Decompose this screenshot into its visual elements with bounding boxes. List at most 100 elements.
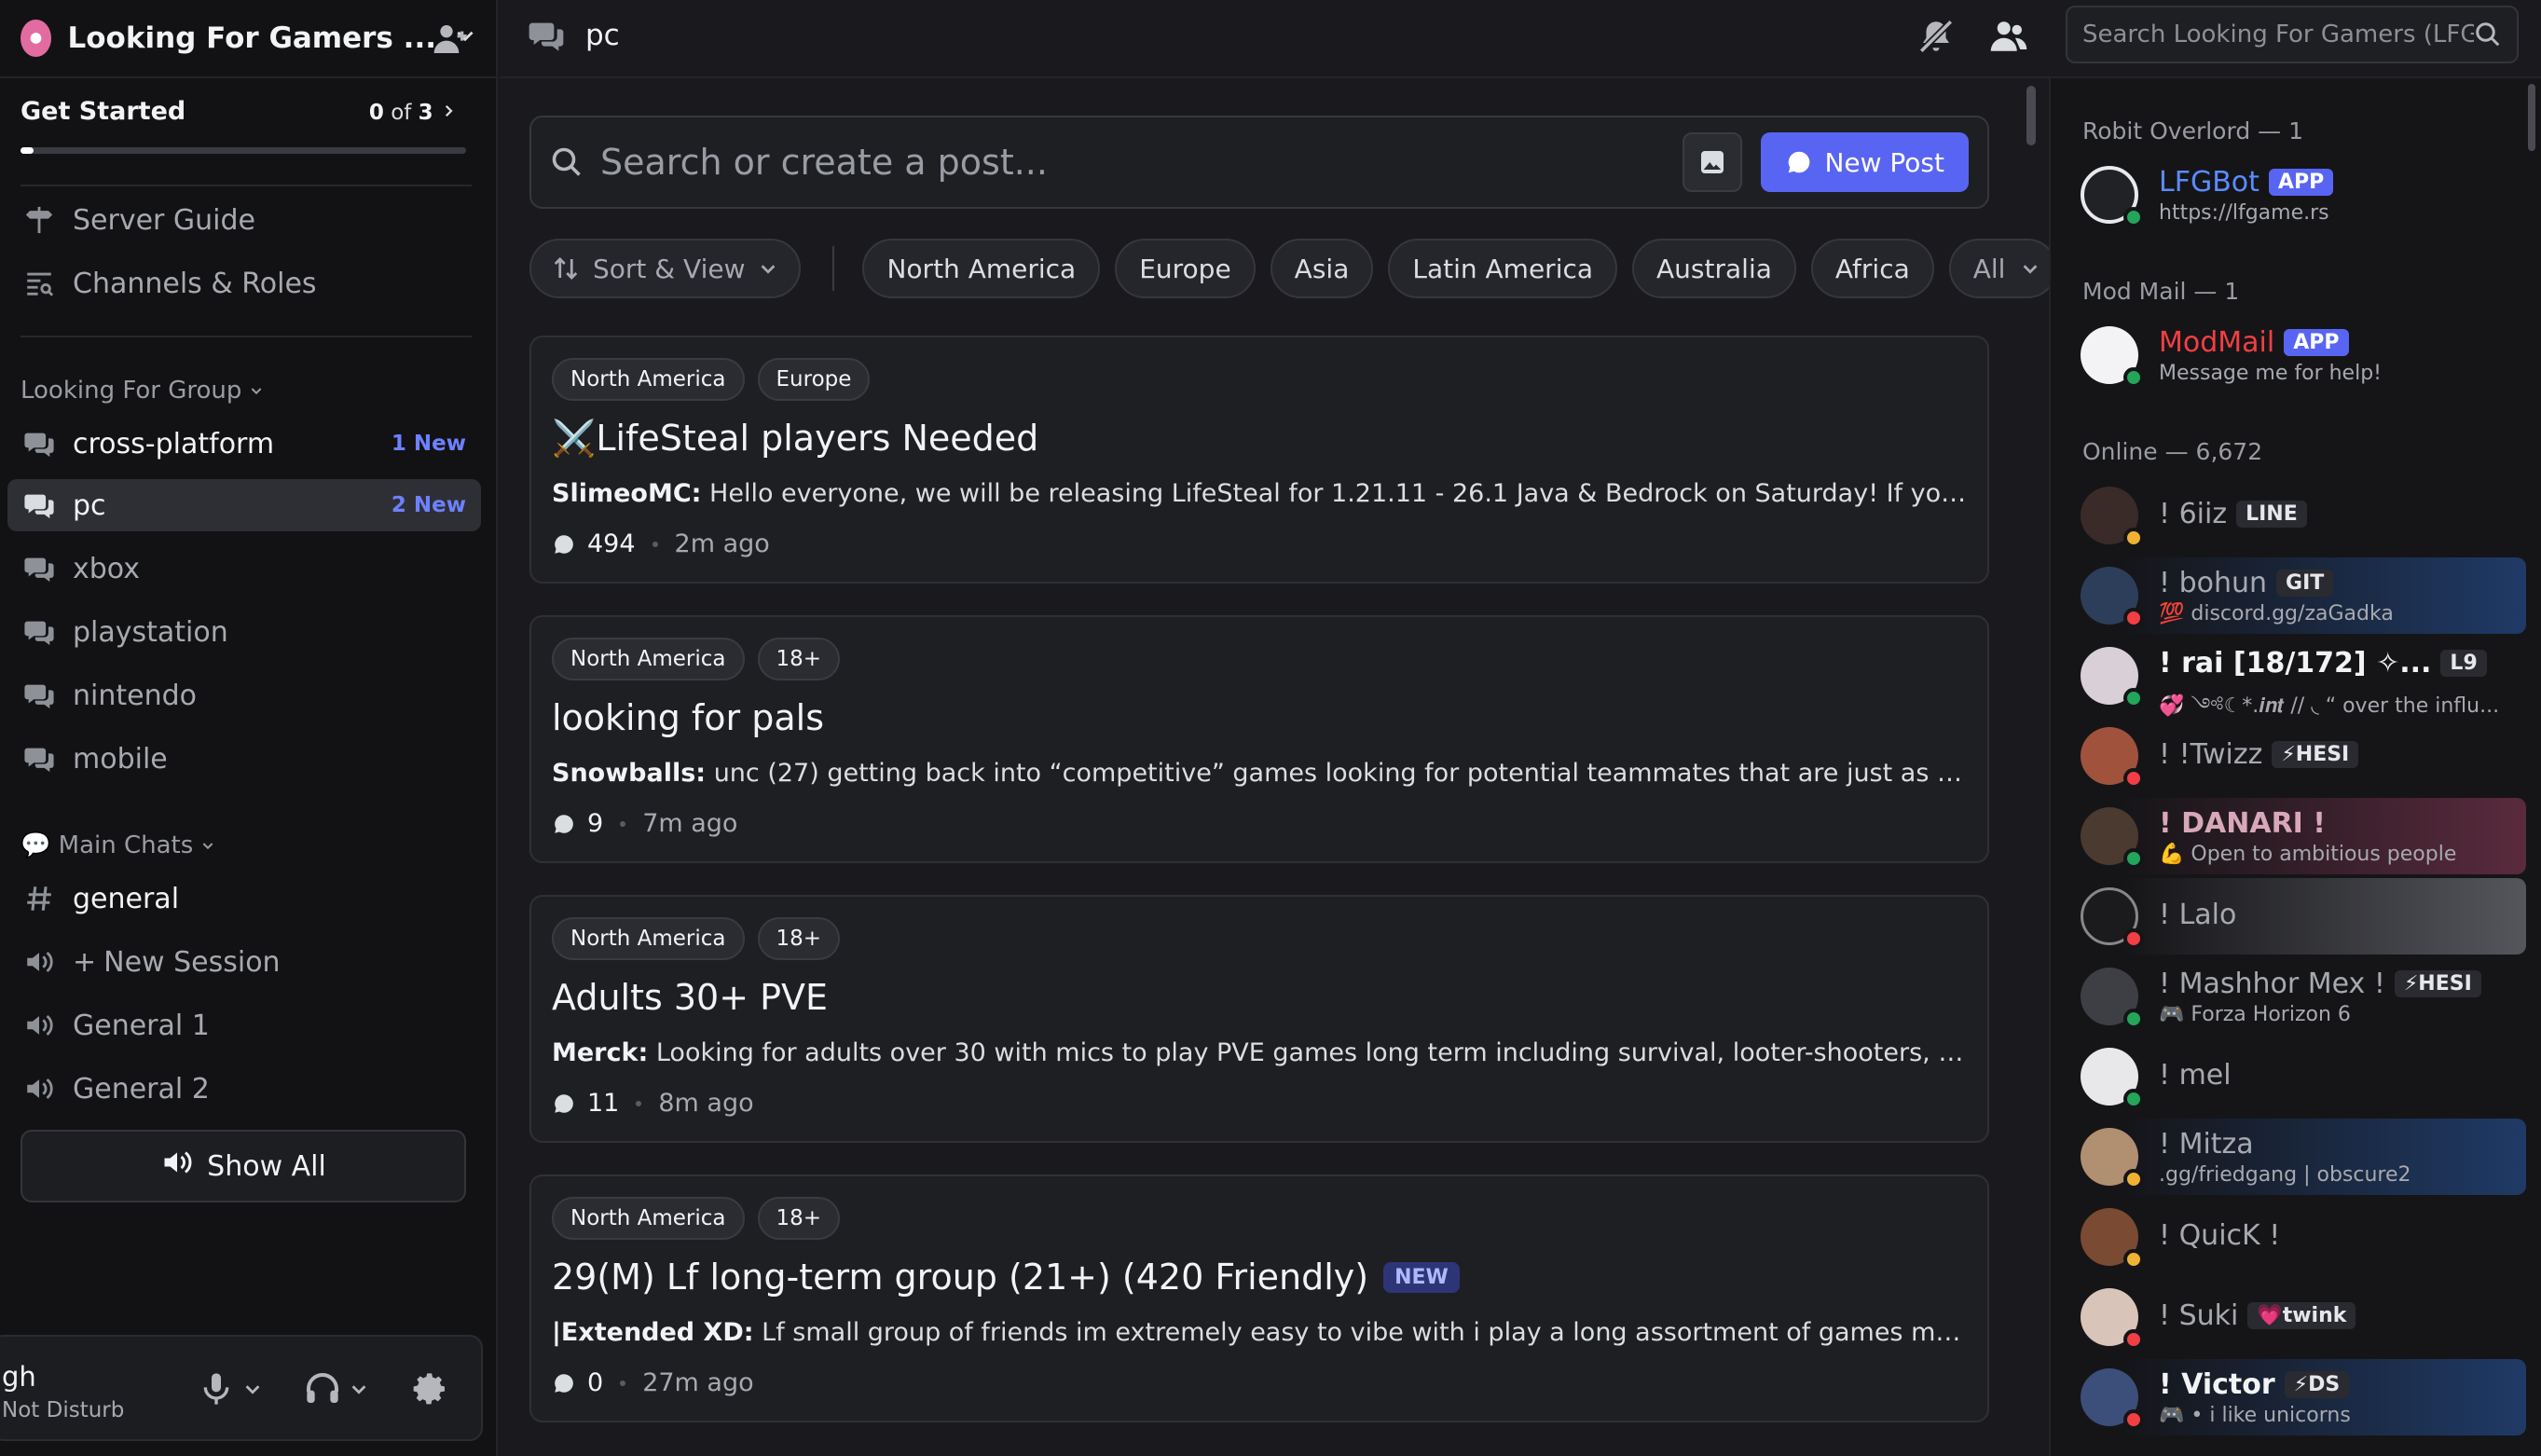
hash-icon xyxy=(21,880,58,917)
category-looking-for-group[interactable]: Looking For Group xyxy=(21,377,264,405)
member-row[interactable]: ! mel xyxy=(2077,1038,2526,1115)
channel-general[interactable]: general xyxy=(21,872,481,925)
microphone-control[interactable] xyxy=(198,1370,263,1408)
member-activity: .gg/friedgang | obscure2 xyxy=(2159,1163,2411,1187)
forum-post[interactable]: North America 18+ Adults 30+ PVE Merck: … xyxy=(529,895,1989,1143)
mute-notifications-icon[interactable] xyxy=(1916,17,1956,60)
post-tag: 18+ xyxy=(757,1197,841,1240)
channel-general-2[interactable]: General 2 xyxy=(21,1063,481,1115)
user-panel: gh Not Disturb xyxy=(0,1335,483,1441)
member-row[interactable]: ! Mitza .gg/friedgang | obscure2 xyxy=(2077,1119,2526,1195)
forum-post[interactable]: North America 18+ 29(M) Lf long-term gro… xyxy=(529,1174,1989,1422)
server-name[interactable]: Looking For Gamers ... xyxy=(68,21,437,55)
server-search-input[interactable]: Search Looking For Gamers (LFG) xyxy=(2066,6,2519,63)
channel-label: mobile xyxy=(73,742,168,776)
chevron-down-icon xyxy=(762,265,776,274)
forum-post[interactable]: North America 18+ looking for pals Snowb… xyxy=(529,615,1989,863)
member-name: ! !Twizz ⚡HESI xyxy=(2159,738,2359,771)
all-tags-dropdown[interactable]: All xyxy=(1948,239,2058,298)
chevron-down-icon xyxy=(2024,265,2038,274)
filter-tag[interactable]: Latin America xyxy=(1388,239,1618,298)
get-started-progress[interactable]: Get Started 0 of 3 xyxy=(21,97,466,162)
member-row[interactable]: ! QuicK ! xyxy=(2077,1199,2526,1275)
member-row[interactable]: ! Victor ⚡DS 🎮 • i like unicorns xyxy=(2077,1359,2526,1435)
channel-general-1[interactable]: General 1 xyxy=(21,999,481,1051)
channel-new-session[interactable]: + New Session xyxy=(21,936,481,988)
filter-tag[interactable]: Asia xyxy=(1270,239,1374,298)
member-name: ! rai [18/172] ✧... L9 xyxy=(2159,647,2487,680)
post-title[interactable]: Adults 30+ PVE xyxy=(552,977,828,1018)
app-badge: APP xyxy=(2268,169,2334,196)
member-row[interactable]: ! 6iiz LINE xyxy=(2077,477,2526,554)
chat-bubble-icon xyxy=(555,534,573,554)
new-badge: 1 New xyxy=(391,432,466,456)
post-time: 7m ago xyxy=(642,809,738,838)
online-status-icon xyxy=(2123,207,2144,227)
member-row[interactable]: ! !Twizz ⚡HESI xyxy=(2077,718,2526,794)
post-title[interactable]: 29(M) Lf long-term group (21+) (420 Frie… xyxy=(552,1257,1460,1298)
member-list-icon[interactable] xyxy=(1989,17,2028,60)
filter-tag[interactable]: Europe xyxy=(1115,239,1256,298)
speaker-icon xyxy=(21,1070,58,1107)
server-header[interactable]: Looking For Gamers ... xyxy=(0,0,498,78)
member-row[interactable]: ! Lalo xyxy=(2077,878,2526,955)
scrollbar-thumb[interactable] xyxy=(2026,86,2036,145)
channel-label: nintendo xyxy=(73,679,197,712)
image-upload-icon[interactable] xyxy=(1683,132,1743,192)
microphone-icon xyxy=(203,1373,229,1405)
channel-cross-platform[interactable]: cross-platform 1 New xyxy=(21,418,481,470)
channel-playstation[interactable]: playstation xyxy=(21,606,481,658)
member-row[interactable]: LFGBot APP https://lfgame.rs xyxy=(2077,157,2526,233)
channel-label: General 2 xyxy=(73,1072,210,1106)
post-snippet: Snowballs: unc (27) getting back into “c… xyxy=(552,759,1974,788)
invite-people-icon[interactable] xyxy=(433,21,470,62)
chevron-down-icon xyxy=(252,388,262,395)
member-row[interactable]: ModMail APP Message me for help! xyxy=(2077,317,2526,393)
post-search-input[interactable]: Search or create a post... New Post xyxy=(529,116,1989,209)
filter-tag[interactable]: Africa xyxy=(1810,239,1934,298)
member-row[interactable]: ! Mashhor Mex ! ⚡HESI 🎮 Forza Horizon 6 xyxy=(2077,958,2526,1035)
member-row[interactable]: ! bohun GIT 💯 discord.gg/zaGadka xyxy=(2077,557,2526,634)
new-post-button[interactable]: New Post xyxy=(1761,132,1969,192)
server-guide-link[interactable]: Server Guide xyxy=(21,194,481,246)
user-name[interactable]: gh xyxy=(2,1361,36,1393)
settings-gear-icon[interactable] xyxy=(412,1370,449,1408)
member-group-header: Mod Mail — 1 xyxy=(2082,278,2240,305)
post-title[interactable]: looking for pals xyxy=(552,697,824,738)
show-all-label: Show All xyxy=(207,1149,326,1183)
member-group-header: Robit Overlord — 1 xyxy=(2082,117,2303,144)
search-icon xyxy=(2476,22,2500,47)
category-label: 💬 Main Chats xyxy=(21,831,194,859)
post-meta: 0 27m ago xyxy=(552,1368,754,1397)
speaker-icon xyxy=(21,943,58,981)
speaker-icon xyxy=(160,1146,194,1187)
member-name: ! DANARI ! xyxy=(2159,807,2326,840)
post-tag: North America xyxy=(552,1197,745,1240)
filter-tag[interactable]: North America xyxy=(862,239,1101,298)
headphones-control[interactable] xyxy=(304,1370,369,1408)
guild-tag: ⚡DS xyxy=(2284,1371,2350,1398)
category-main-chats[interactable]: 💬 Main Chats xyxy=(21,831,215,859)
sort-view-button[interactable]: Sort & View xyxy=(529,239,802,298)
forum-post[interactable]: North America Europe ⚔️LifeSteal players… xyxy=(529,336,1989,584)
online-status-icon xyxy=(2123,1089,2144,1109)
server-logo xyxy=(21,20,51,57)
post-snippet: |Extended XD: Lf small group of friends … xyxy=(552,1318,1974,1347)
channel-pc[interactable]: pc 2 New xyxy=(7,479,481,531)
member-row[interactable]: ! Suki 💗twink xyxy=(2077,1279,2526,1355)
channel-xbox[interactable]: xbox xyxy=(21,543,481,595)
show-all-button[interactable]: Show All xyxy=(21,1130,466,1202)
member-row[interactable]: ! DANARI ! 💪 Open to ambitious people xyxy=(2077,798,2526,874)
member-name: ! Mashhor Mex ! ⚡HESI xyxy=(2159,968,2481,1000)
online-status-icon xyxy=(2123,1009,2144,1029)
forum-icon xyxy=(21,550,58,587)
filter-tag[interactable]: Australia xyxy=(1632,239,1796,298)
get-started-bar xyxy=(21,147,466,154)
channel-mobile[interactable]: mobile xyxy=(21,733,481,785)
member-row[interactable]: ! rai [18/172] ✧... L9 💞 ༺☾*.𝒊𝒏𝒕 // ◟ “ o… xyxy=(2077,638,2526,718)
all-label: All xyxy=(1972,253,2006,284)
scrollbar-thumb[interactable] xyxy=(2528,84,2535,151)
channels-roles-link[interactable]: Channels & Roles xyxy=(21,257,481,309)
post-title[interactable]: ⚔️LifeSteal players Needed xyxy=(552,418,1038,460)
channel-nintendo[interactable]: nintendo xyxy=(21,669,481,721)
